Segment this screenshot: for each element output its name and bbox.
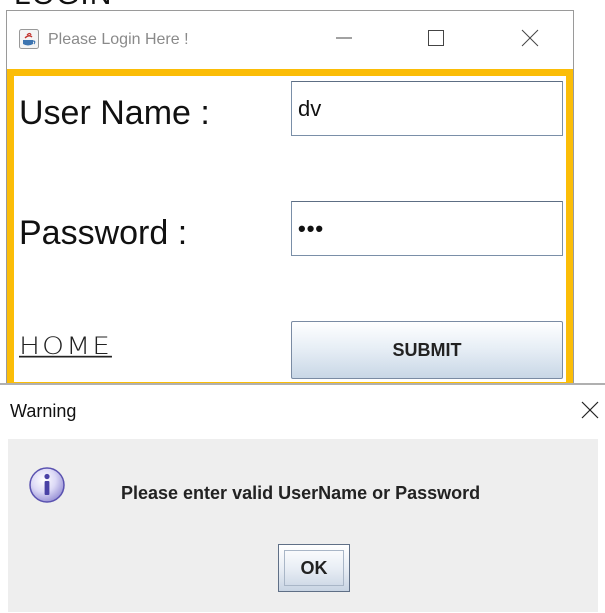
java-cup-icon bbox=[19, 29, 39, 49]
minimize-button[interactable] bbox=[327, 23, 361, 57]
maximize-icon bbox=[427, 29, 445, 52]
close-button[interactable] bbox=[513, 23, 547, 57]
close-icon bbox=[520, 28, 540, 53]
warning-dialog: Warning Please enter valid UserName or P… bbox=[0, 383, 605, 613]
maximize-button[interactable] bbox=[419, 23, 453, 57]
password-label: Password : bbox=[19, 214, 188, 252]
username-label: User Name : bbox=[19, 94, 210, 132]
submit-button[interactable]: SUBMIT bbox=[291, 321, 563, 379]
warning-close-button[interactable] bbox=[577, 399, 603, 425]
warning-title: Warning bbox=[10, 401, 77, 421]
screen: LOGIN Please Login Here ! bbox=[0, 0, 605, 613]
warning-body: Please enter valid UserName or Password … bbox=[8, 439, 598, 612]
login-window: Please Login Here ! User Name : Passwor bbox=[6, 10, 574, 390]
close-icon bbox=[580, 400, 600, 425]
minimize-icon bbox=[335, 29, 353, 52]
warning-message: Please enter valid UserName or Password bbox=[121, 483, 481, 503]
ok-button[interactable]: OK bbox=[278, 544, 350, 592]
login-titlebar[interactable]: Please Login Here ! bbox=[7, 11, 573, 69]
home-link[interactable]: HOME bbox=[19, 332, 112, 360]
login-form-panel: User Name : Password : HOME SUBMIT bbox=[7, 69, 573, 389]
password-field[interactable] bbox=[291, 201, 563, 256]
window-title: Please Login Here ! bbox=[48, 31, 189, 48]
username-field[interactable] bbox=[291, 81, 563, 136]
info-icon bbox=[27, 465, 67, 505]
warning-titlebar[interactable]: Warning bbox=[0, 385, 605, 439]
